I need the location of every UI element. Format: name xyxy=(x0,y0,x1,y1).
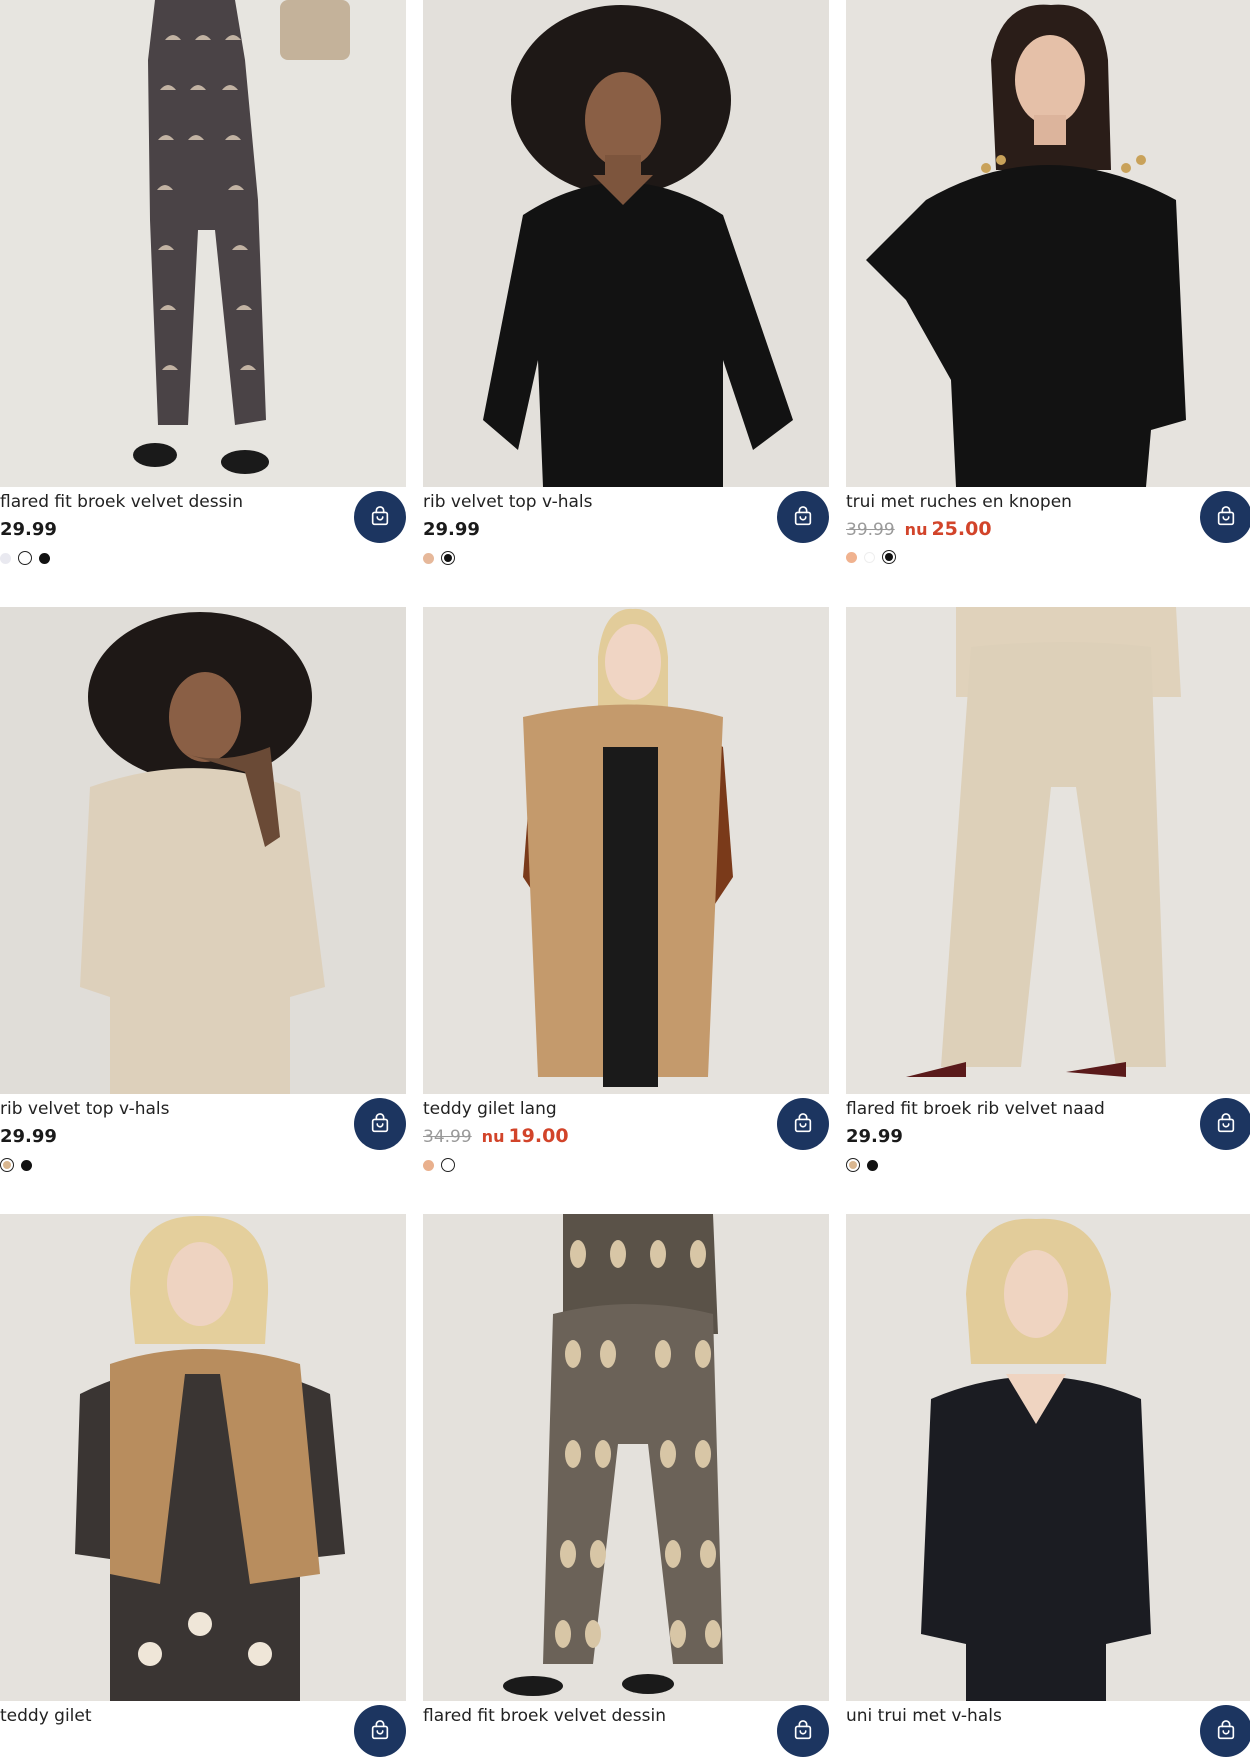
color-swatch-selected[interactable] xyxy=(441,551,455,565)
color-swatch[interactable] xyxy=(846,551,857,563)
product-image[interactable] xyxy=(846,607,1250,1094)
add-to-cart-button[interactable] xyxy=(1200,491,1250,543)
shopping-bag-icon xyxy=(371,506,389,526)
product-name[interactable]: rib velvet top v-hals xyxy=(0,1099,170,1119)
product-name[interactable]: flared fit broek velvet dessin xyxy=(423,1706,666,1726)
color-swatch[interactable] xyxy=(21,1159,32,1171)
add-to-cart-button[interactable] xyxy=(777,491,829,543)
color-swatch-selected[interactable] xyxy=(18,551,32,565)
sale-price: 25.00 xyxy=(931,518,992,540)
product-price: 29.99 xyxy=(0,1126,57,1147)
color-swatch-selected[interactable] xyxy=(882,550,896,564)
add-to-cart-button[interactable] xyxy=(777,1705,829,1757)
shopping-bag-icon xyxy=(371,1720,389,1740)
product-price: 29.99 xyxy=(423,519,480,540)
color-swatch[interactable] xyxy=(423,552,434,564)
product-image[interactable] xyxy=(0,607,406,1094)
color-swatch[interactable] xyxy=(867,1159,878,1171)
product-name[interactable]: teddy gilet xyxy=(0,1706,92,1726)
color-swatch[interactable] xyxy=(0,552,11,564)
add-to-cart-button[interactable] xyxy=(1200,1705,1250,1757)
product-name[interactable]: rib velvet top v-hals xyxy=(423,492,593,512)
product-name[interactable]: flared fit broek rib velvet naad xyxy=(846,1099,1105,1119)
shopping-bag-icon xyxy=(794,1720,812,1740)
old-price: 39.99 xyxy=(846,520,895,540)
add-to-cart-button[interactable] xyxy=(354,1705,406,1757)
sale-prefix: nu xyxy=(481,1127,505,1146)
product-image[interactable] xyxy=(423,0,829,487)
color-swatch-selected[interactable] xyxy=(846,1158,860,1172)
product-image[interactable] xyxy=(846,0,1250,487)
color-swatch[interactable] xyxy=(864,551,875,563)
shopping-bag-icon xyxy=(371,1113,389,1133)
product-name[interactable]: uni trui met v-hals xyxy=(846,1706,1002,1726)
product-image[interactable] xyxy=(846,1214,1250,1701)
add-to-cart-button[interactable] xyxy=(354,491,406,543)
product-price: 29.99 xyxy=(846,1126,903,1147)
shopping-bag-icon xyxy=(794,506,812,526)
product-price: 29.99 xyxy=(0,519,57,540)
sale-prefix: nu xyxy=(904,520,928,539)
add-to-cart-button[interactable] xyxy=(1200,1098,1250,1150)
color-swatch-selected[interactable] xyxy=(441,1158,455,1172)
product-name[interactable]: teddy gilet lang xyxy=(423,1099,557,1119)
sale-price: 19.00 xyxy=(508,1125,569,1147)
product-image[interactable] xyxy=(423,1214,829,1701)
color-swatch[interactable] xyxy=(423,1159,434,1171)
old-price: 34.99 xyxy=(423,1127,472,1147)
add-to-cart-button[interactable] xyxy=(777,1098,829,1150)
color-swatch-selected[interactable] xyxy=(0,1158,14,1172)
product-name[interactable]: trui met ruches en knopen xyxy=(846,492,1072,512)
color-swatch[interactable] xyxy=(39,552,50,564)
add-to-cart-button[interactable] xyxy=(354,1098,406,1150)
product-image[interactable] xyxy=(423,607,829,1094)
product-image[interactable] xyxy=(0,1214,406,1701)
shopping-bag-icon xyxy=(794,1113,812,1133)
product-image[interactable] xyxy=(0,0,406,487)
shopping-bag-icon xyxy=(1217,1720,1235,1740)
shopping-bag-icon xyxy=(1217,1113,1235,1133)
product-name[interactable]: flared fit broek velvet dessin xyxy=(0,492,243,512)
shopping-bag-icon xyxy=(1217,506,1235,526)
